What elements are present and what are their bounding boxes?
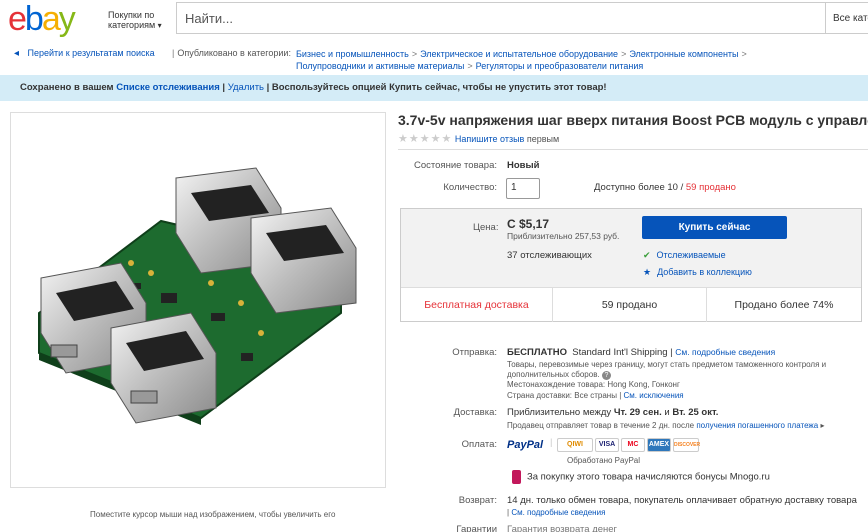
- shop-by-category-button[interactable]: Покупки по категориям ▾: [108, 10, 170, 31]
- breadcrumb: ◂ Перейти к результатам поиска | Опублико…: [0, 44, 868, 72]
- pcb-module-image: [38, 167, 357, 425]
- chevron-left-icon: ◂: [14, 48, 20, 59]
- discover-logo-icon: DISCOVER: [673, 438, 700, 452]
- search-category-select[interactable]: Все категории: [825, 2, 868, 34]
- quantity-input[interactable]: 1: [506, 178, 540, 199]
- chevron-down-icon: ▾: [157, 21, 162, 30]
- delivery-label: Доставка:: [453, 407, 497, 418]
- rating-stars-icon: ★★★★★: [398, 133, 453, 145]
- back-link-text[interactable]: Перейти к результатам поиска: [28, 48, 155, 58]
- add-to-collection-link[interactable]: ★ Добавить в коллекцию: [643, 267, 752, 278]
- qiwi-logo-icon: QIWI: [557, 438, 593, 452]
- availability: Доступно более 10 / 59 продано: [594, 182, 736, 193]
- customs-note: Товары, перевозимые через границу, могут…: [507, 360, 827, 380]
- returns-details: | См. подробные сведения: [507, 508, 606, 517]
- sold-count: 59 продано: [553, 288, 707, 322]
- image-caption: Поместите курсор мыши над изображением, …: [90, 510, 336, 519]
- search-input[interactable]: Найти...: [176, 2, 826, 34]
- item-title: 3.7v-5v напряжения шаг вверх питания Boo…: [398, 112, 868, 128]
- crumb-regulators[interactable]: Регуляторы и преобразователи питания: [476, 61, 644, 71]
- star-icon: ★: [643, 267, 652, 277]
- remove-watch-link[interactable]: Удалить: [228, 82, 264, 93]
- shipping-label: Отправка:: [452, 347, 497, 358]
- buybox-strip: Бесплатная доставка 59 продано Продано б…: [401, 287, 861, 322]
- ship-to: Страна доставки: Все страны | См. исключ…: [507, 391, 684, 400]
- processed-by-paypal: Обработано PayPal: [567, 456, 641, 465]
- crumb-business[interactable]: Бизнес и промышленность: [296, 49, 409, 59]
- price-label: Цена:: [473, 222, 499, 233]
- header: ebay Покупки по категориям ▾ Найти... Вс…: [0, 0, 868, 38]
- shipping-details-link[interactable]: См. подробные сведения: [675, 347, 775, 357]
- watching-link[interactable]: ✔ Отслеживаемые: [643, 250, 726, 261]
- watchlist-banner: Сохранено в вашем Списке отслеживания | …: [0, 75, 868, 101]
- price-value: С $5,17: [507, 217, 550, 231]
- category-crumbs: Бизнес и промышленность > Электрическое и …: [296, 49, 747, 71]
- info-icon[interactable]: ?: [601, 371, 611, 380]
- item-location: Местонахождение товара: Hong Kong, Гонко…: [507, 380, 680, 389]
- back-to-results-link[interactable]: ◂ Перейти к результатам поиска: [14, 48, 155, 59]
- crumb-components[interactable]: Электронные компоненты: [629, 49, 738, 59]
- published-in-label: | Опубликовано в категории:: [172, 48, 291, 58]
- shipping-main: БЕСПЛАТНО Standard Int'l Shipping | См. …: [507, 347, 776, 358]
- bonus-row: За покупку этого товара начисляются бону…: [512, 470, 770, 484]
- guarantee-label: Гарантии покупателю:: [456, 524, 497, 532]
- watchlist-link[interactable]: Списке отслеживания: [116, 82, 220, 93]
- quantity-label: Количество:: [443, 182, 497, 193]
- visa-logo-icon: VISA: [595, 438, 619, 452]
- divider: [398, 149, 868, 150]
- price-approx: Приблизительно 257,53 руб.: [507, 231, 620, 241]
- delivery-note: Продавец отправляет товар в течение 2 дн…: [507, 421, 825, 430]
- payment-received-link[interactable]: получения погашенного платежа: [696, 421, 818, 430]
- payment-divider: |: [550, 437, 553, 448]
- crumb-electrical[interactable]: Электрическое и испытательное оборудован…: [420, 49, 618, 59]
- write-review-link[interactable]: Напишите отзыв: [455, 134, 525, 144]
- mastercard-logo-icon: MC: [621, 438, 645, 452]
- sold-percent: Продано более 74%: [734, 299, 834, 311]
- condition-value: Новый: [507, 160, 540, 171]
- checkmark-icon: ✔: [643, 250, 651, 260]
- payment-label: Оплата:: [461, 439, 497, 450]
- crumb-semiconductors[interactable]: Полупроводники и активные материалы: [296, 61, 464, 71]
- review-suffix: первым: [526, 134, 560, 144]
- returns-details-link[interactable]: См. подробные сведения: [511, 508, 605, 517]
- buy-box: Цена: С $5,17 Приблизительно 257,53 руб.…: [400, 208, 862, 322]
- free-shipping-badge: Бесплатная доставка: [401, 288, 553, 322]
- rating-row: ★★★★★ Напишите отзыв первым: [398, 132, 559, 145]
- mnogo-icon: [512, 470, 521, 484]
- amex-logo-icon: AMEX: [647, 438, 671, 452]
- paypal-logo: PayPal: [507, 439, 544, 451]
- exclusions-link[interactable]: См. исключения: [624, 391, 684, 400]
- condition-label: Состояние товара:: [414, 160, 497, 171]
- guarantee-text: Гарантия возврата денег: [507, 524, 618, 532]
- returns-label: Возврат:: [458, 495, 497, 506]
- product-image[interactable]: [10, 112, 386, 488]
- returns-text: 14 дн. только обмен товара, покупатель о…: [507, 495, 857, 506]
- buy-now-button[interactable]: Купить сейчас: [642, 216, 787, 239]
- ebay-logo[interactable]: ebay: [8, 2, 76, 36]
- delivery-estimate: Приблизительно между Чт. 29 сен. и Вт. 2…: [507, 407, 719, 418]
- watchers-count: 37 отслеживающих: [507, 250, 592, 261]
